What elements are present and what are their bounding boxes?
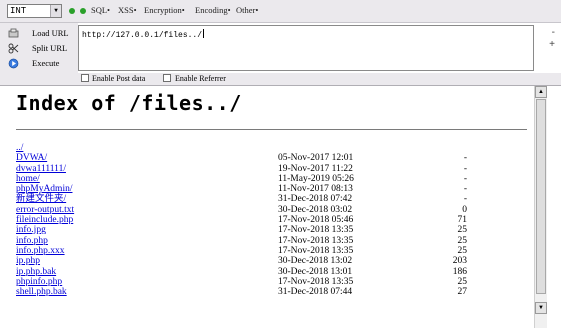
type-select[interactable]: INT ▼ — [7, 4, 62, 18]
list-item: info.php.xxx 17-Nov-2018 13:35 25 — [16, 246, 534, 256]
scrollbar-thumb[interactable] — [536, 99, 546, 294]
list-item: 新建文件夹/31-Dec-2018 07:42 - — [16, 194, 534, 204]
list-item: dvwa111111/19-Nov-2017 11:22 - — [16, 164, 534, 174]
file-size: 25 — [457, 235, 468, 246]
file-link[interactable]: ip.php.bak — [16, 267, 56, 277]
text-caret — [203, 29, 205, 38]
file-size: - — [463, 184, 467, 195]
execute-button[interactable]: Execute — [0, 56, 78, 71]
file-size: 25 — [457, 225, 468, 236]
file-link[interactable]: ../ — [16, 143, 23, 153]
file-size: 27 — [457, 287, 468, 298]
file-link[interactable]: info.php — [16, 236, 48, 246]
file-size: - — [463, 153, 467, 164]
menu-encoding[interactable]: Encoding• — [195, 5, 231, 16]
list-item: ../ — [16, 143, 534, 153]
file-size: 71 — [457, 215, 468, 226]
file-date: 31-Dec-2018 07:42 — [278, 194, 353, 205]
file-date: 11-Nov-2017 08:13 — [278, 184, 353, 195]
file-size: 203 — [452, 256, 467, 267]
split-url-icon — [8, 43, 19, 54]
chevron-down-icon[interactable]: ▼ — [50, 5, 61, 17]
file-link[interactable]: shell.php.bak — [16, 287, 67, 297]
menu-encryption[interactable]: Encryption• — [144, 5, 185, 16]
enable-referrer-checkbox[interactable] — [163, 74, 171, 82]
file-size: - — [463, 163, 467, 174]
execute-icon — [8, 58, 19, 69]
hackbar-toolbar: INT ▼ SQL• XSS• Encryption• Encoding• Ot… — [0, 0, 561, 23]
status-dot-icon — [69, 8, 75, 14]
load-url-button[interactable]: Load URL — [0, 26, 78, 41]
split-url-button[interactable]: Split URL — [0, 41, 78, 56]
hackbar-options: Enable Post data Enable Referrer — [0, 73, 561, 86]
hackbar-actions: Load URL Split URL Execute — [0, 23, 78, 73]
file-date: 19-Nov-2017 11:22 — [278, 163, 353, 174]
scroll-down-arrow-icon[interactable]: ▼ — [535, 302, 547, 314]
file-link[interactable]: fileinclude.php — [16, 215, 73, 225]
file-date: 30-Dec-2018 13:02 — [278, 256, 353, 267]
file-link[interactable]: phpinfo.php — [16, 277, 62, 287]
file-date: 17-Nov-2018 13:35 — [278, 235, 354, 246]
url-value: http://127.0.0.1/files../ — [82, 31, 203, 40]
enable-referrer-label: Enable Referrer — [175, 74, 226, 83]
window-edge — [547, 86, 561, 328]
list-item: DVWA/05-Nov-2017 12:01 - — [16, 153, 534, 163]
list-item: info.jpg 17-Nov-2018 13:35 25 — [16, 225, 534, 235]
file-size: 25 — [457, 245, 468, 256]
file-link[interactable]: info.php.xxx — [16, 246, 65, 256]
list-item: info.php 17-Nov-2018 13:35 25 — [16, 236, 534, 246]
list-item: home/11-May-2019 05:26 - — [16, 174, 534, 184]
file-size: 186 — [452, 266, 467, 277]
url-textarea[interactable]: http://127.0.0.1/files../ — [78, 25, 534, 71]
file-link[interactable]: dvwa111111/ — [16, 164, 66, 174]
decrease-button[interactable]: - — [552, 28, 555, 38]
file-link[interactable]: ip.php — [16, 256, 40, 266]
file-date: 30-Dec-2018 13:01 — [278, 266, 353, 277]
list-item: error-output.txt 30-Dec-2018 03:02 0 — [16, 205, 534, 215]
file-link[interactable]: home/ — [16, 174, 40, 184]
divider — [16, 129, 527, 130]
file-link[interactable]: error-output.txt — [16, 205, 74, 215]
file-date: 11-May-2019 05:26 — [278, 173, 354, 184]
file-date: 31-Dec-2018 07:44 — [278, 287, 353, 298]
file-date: 30-Dec-2018 03:02 — [278, 204, 353, 215]
execute-label: Execute — [32, 58, 60, 68]
file-link[interactable]: 新建文件夹/ — [16, 194, 66, 204]
menu-xss[interactable]: XSS• — [118, 5, 137, 16]
file-date: 17-Nov-2018 13:35 — [278, 245, 354, 256]
increase-button[interactable]: + — [549, 40, 555, 50]
list-item: phpMyAdmin/11-Nov-2017 08:13 - — [16, 184, 534, 194]
menu-sql[interactable]: SQL• — [91, 5, 110, 16]
file-size: 25 — [457, 276, 468, 287]
file-date: 05-Nov-2017 12:01 — [278, 153, 354, 164]
list-item: shell.php.bak 31-Dec-2018 07:44 27 — [16, 287, 534, 297]
list-item: ip.php.bak 30-Dec-2018 13:01 186 — [16, 267, 534, 277]
enable-post-data-label: Enable Post data — [92, 74, 146, 83]
load-url-icon — [8, 28, 19, 38]
split-url-label: Split URL — [32, 43, 68, 53]
file-link[interactable]: phpMyAdmin/ — [16, 184, 72, 194]
list-item: ip.php 30-Dec-2018 13:02 203 — [16, 256, 534, 266]
file-date: 17-Nov-2018 05:46 — [278, 215, 354, 226]
enable-post-data-checkbox[interactable] — [81, 74, 89, 82]
file-link[interactable]: info.jpg — [16, 225, 46, 235]
list-item: fileinclude.php 17-Nov-2018 05:46 71 — [16, 215, 534, 225]
status-dot-icon — [80, 8, 86, 14]
menu-other[interactable]: Other• — [236, 5, 258, 16]
file-date: 17-Nov-2018 13:35 — [278, 276, 354, 287]
page-content: Index of /files../ ../ DVWA/05-Nov-2017 … — [0, 86, 534, 328]
file-size: - — [463, 194, 467, 205]
vertical-scrollbar[interactable]: ▲ ▼ — [534, 86, 547, 328]
scroll-up-arrow-icon[interactable]: ▲ — [535, 86, 547, 98]
file-link[interactable]: DVWA/ — [16, 153, 47, 163]
url-text: http://127.0.0.1/files../ — [82, 29, 205, 41]
list-item: phpinfo.php 17-Nov-2018 13:35 25 — [16, 277, 534, 287]
directory-listing: ../ DVWA/05-Nov-2017 12:01 - dvwa111111/1… — [16, 143, 534, 297]
file-date: 17-Nov-2018 13:35 — [278, 225, 354, 236]
file-size: 0 — [462, 204, 467, 215]
page-title: Index of /files../ — [16, 91, 242, 115]
type-select-value: INT — [10, 6, 27, 16]
file-size: - — [463, 173, 467, 184]
load-url-label: Load URL — [32, 28, 69, 38]
